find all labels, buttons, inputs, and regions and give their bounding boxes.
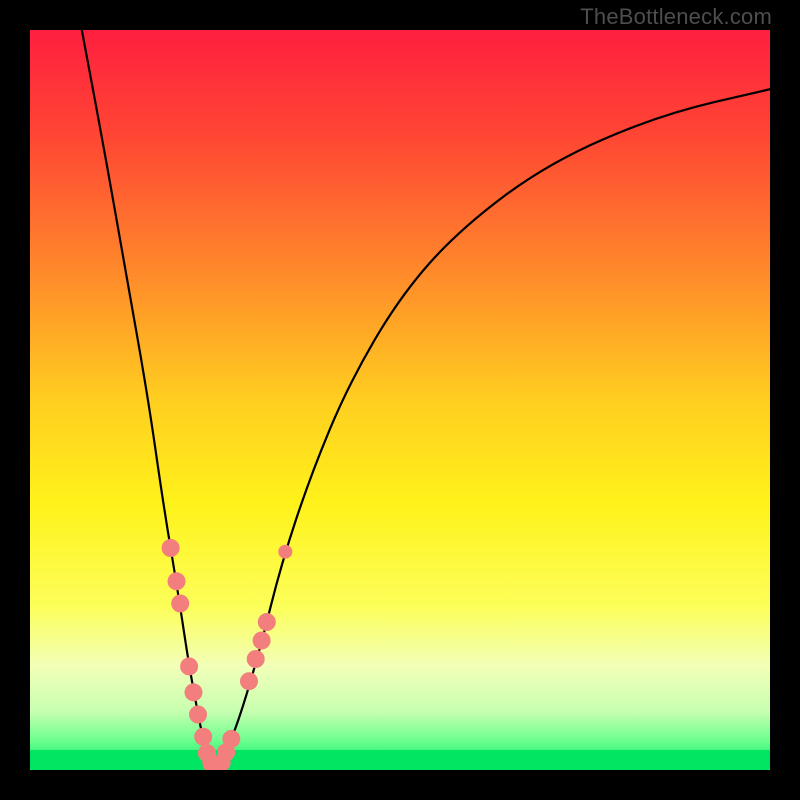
chart-frame: TheBottleneck.com: [0, 0, 800, 800]
data-marker: [162, 539, 180, 557]
bottleneck-curve: [82, 30, 770, 766]
data-marker: [247, 650, 265, 668]
data-marker: [258, 613, 276, 631]
data-marker: [185, 683, 203, 701]
data-marker: [168, 572, 186, 590]
marker-group: [162, 539, 293, 770]
data-marker: [278, 545, 292, 559]
data-marker: [189, 706, 207, 724]
watermark-text: TheBottleneck.com: [580, 4, 772, 30]
curve-layer: [30, 30, 770, 770]
data-marker: [171, 595, 189, 613]
plot-area: [30, 30, 770, 770]
data-marker: [240, 672, 258, 690]
data-marker: [253, 632, 271, 650]
data-marker: [222, 730, 240, 748]
data-marker: [180, 657, 198, 675]
data-marker: [194, 728, 212, 746]
